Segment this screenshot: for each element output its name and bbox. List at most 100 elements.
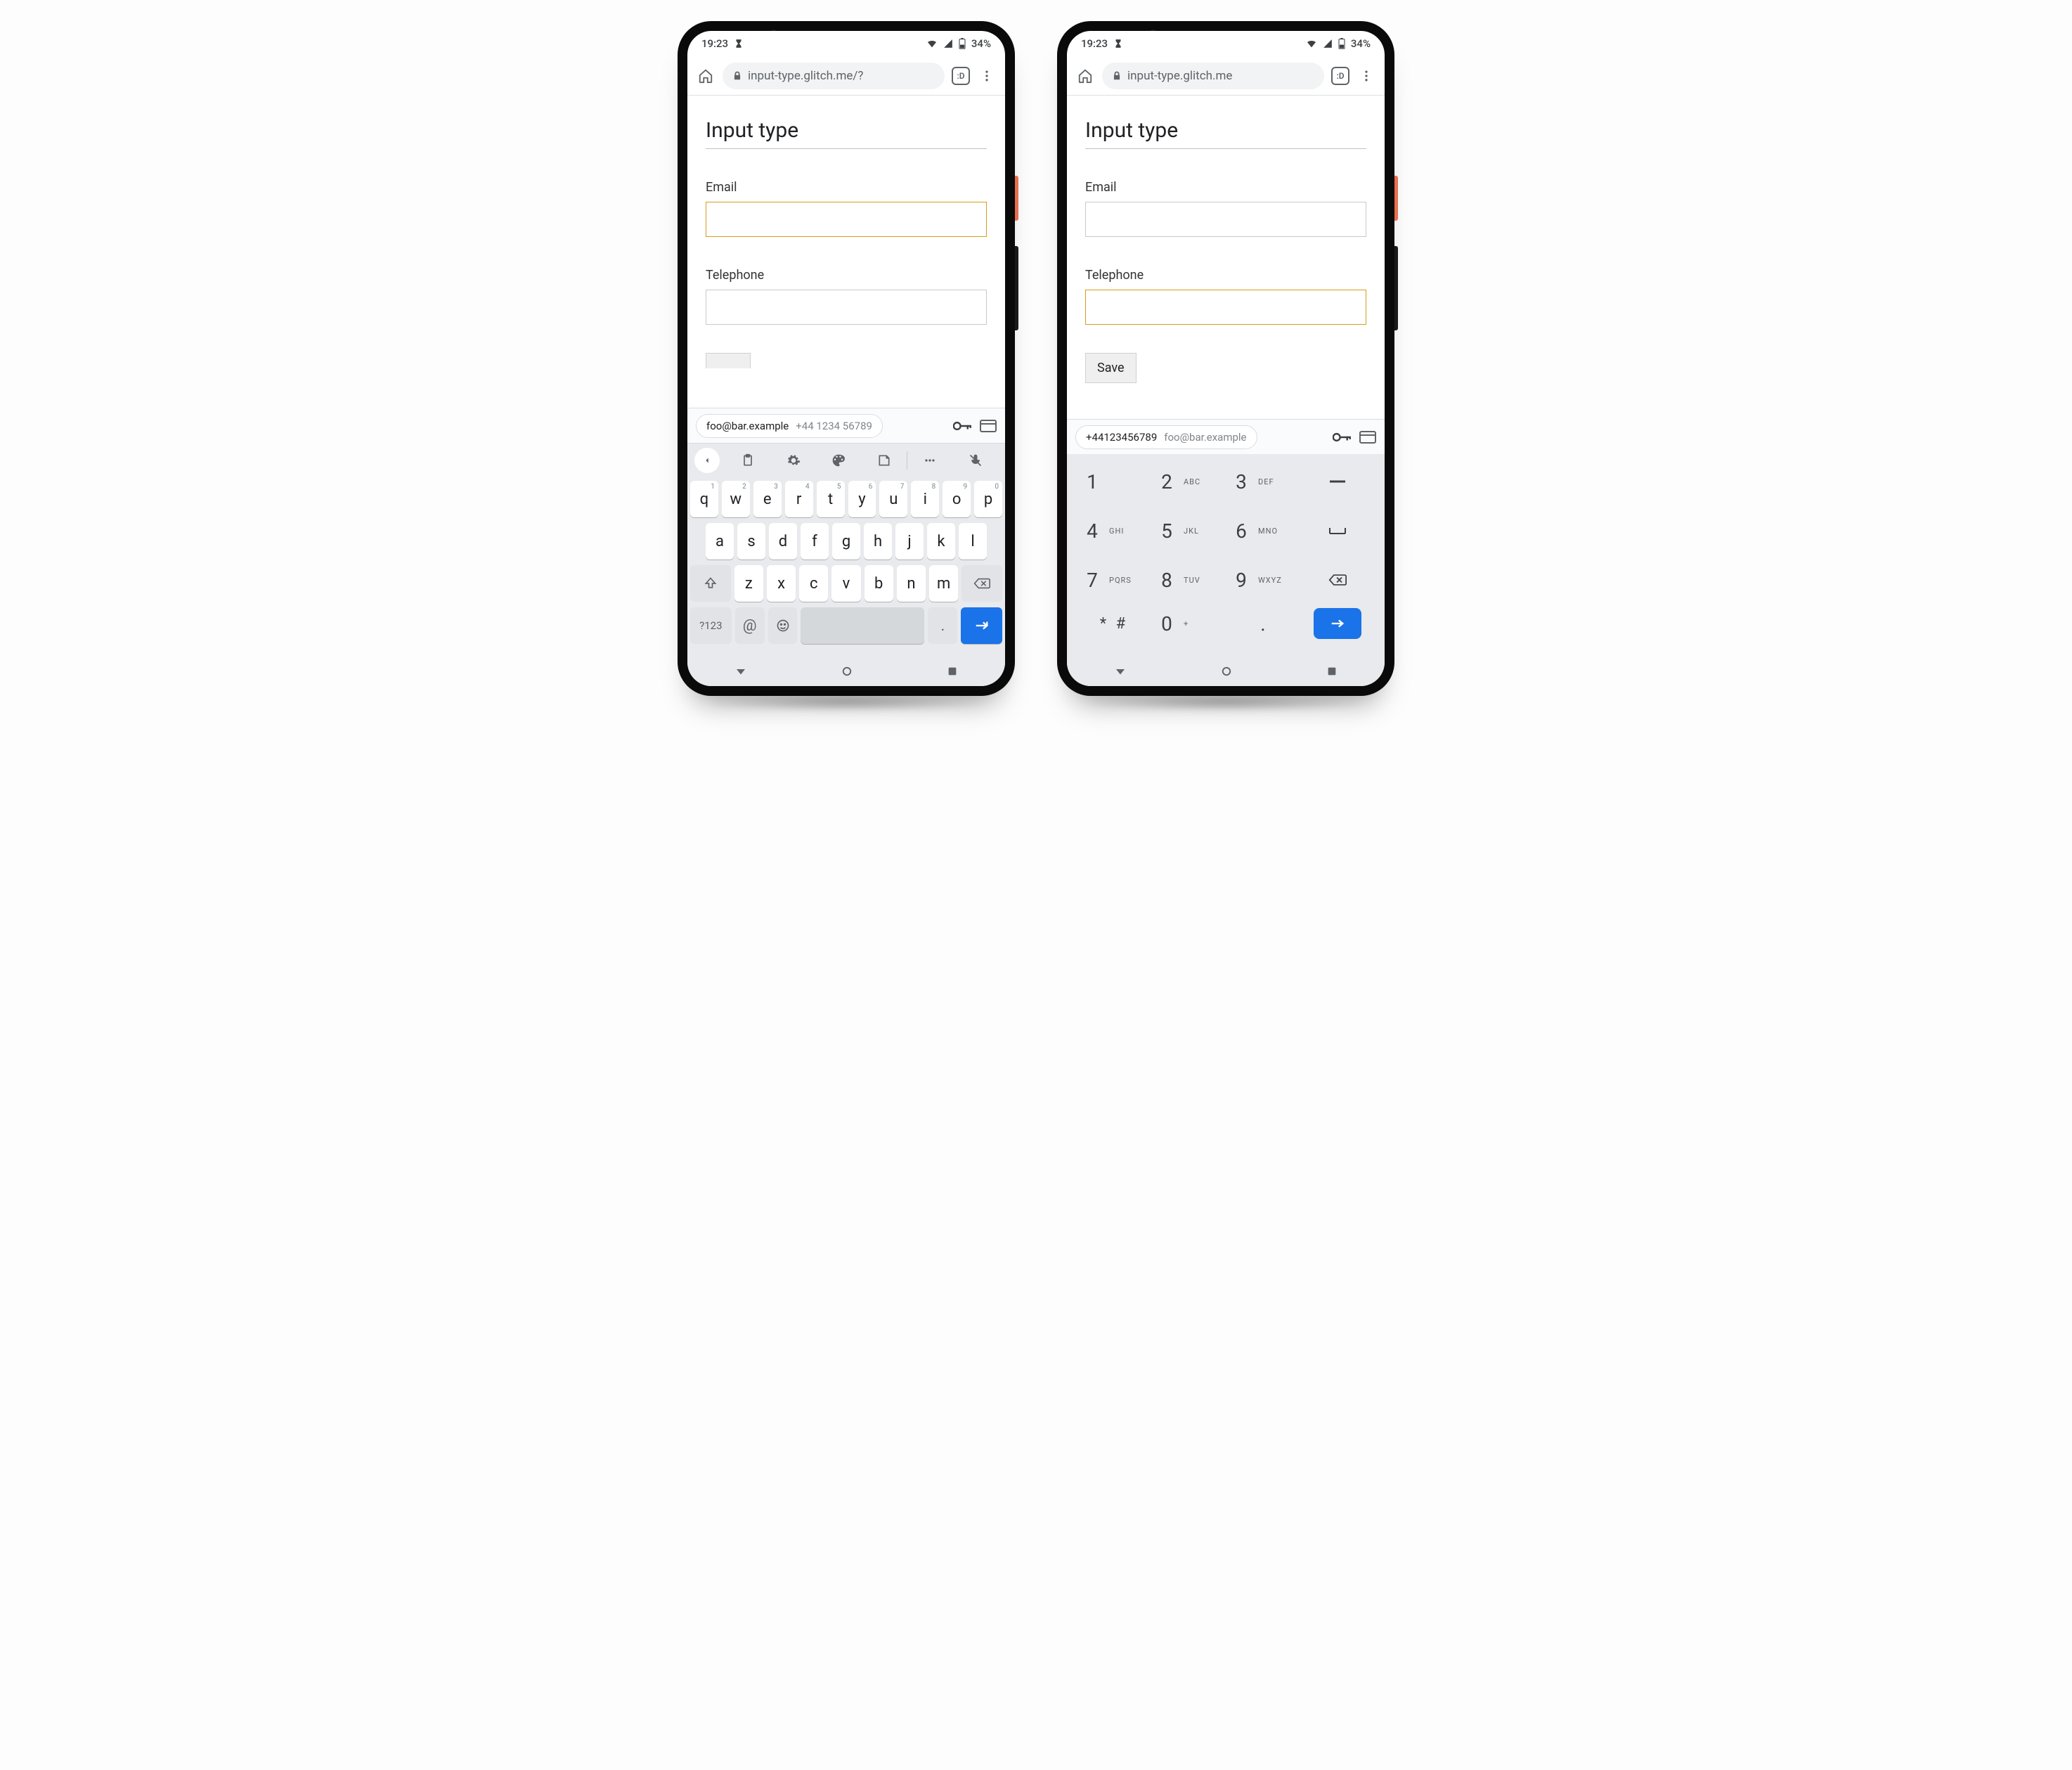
numeric-keypad: 12ABC3DEF4GHI5JKL6MNO7PQRS8TUV9WXYZ * # … bbox=[1067, 454, 1385, 657]
email-input[interactable] bbox=[706, 202, 987, 237]
telephone-input[interactable] bbox=[1085, 290, 1366, 325]
autofill-chip[interactable]: foo@bar.example +44 1234 56789 bbox=[696, 414, 883, 438]
password-key-icon[interactable] bbox=[1333, 431, 1351, 444]
payment-card-icon[interactable] bbox=[1359, 431, 1376, 444]
key-5[interactable]: 5JKL bbox=[1151, 510, 1226, 551]
nav-back-icon[interactable] bbox=[1114, 665, 1127, 678]
save-button-peek[interactable] bbox=[706, 353, 751, 368]
tab-switcher-button[interactable]: :D bbox=[952, 67, 970, 85]
web-page-content: Input type Email Telephone Save bbox=[1067, 96, 1385, 419]
password-key-icon[interactable] bbox=[953, 420, 971, 432]
mic-off-icon[interactable] bbox=[953, 444, 999, 477]
url-text: input-type.glitch.me bbox=[1127, 69, 1232, 83]
payment-card-icon[interactable] bbox=[980, 420, 997, 432]
sticker-icon[interactable] bbox=[862, 444, 907, 477]
key-x[interactable]: x bbox=[767, 565, 796, 602]
key-space[interactable] bbox=[1300, 510, 1375, 551]
key-a[interactable]: a bbox=[706, 523, 734, 560]
enter-key[interactable] bbox=[1300, 603, 1375, 644]
key-star-hash[interactable]: * # bbox=[1077, 603, 1151, 644]
nav-home-icon[interactable] bbox=[1220, 665, 1233, 678]
key-4[interactable]: 4GHI bbox=[1077, 510, 1151, 551]
key-h[interactable]: h bbox=[864, 523, 892, 560]
volume-button bbox=[1394, 246, 1398, 330]
web-page-content: Input type Email Telephone bbox=[687, 96, 1005, 408]
status-battery-text: 34% bbox=[971, 37, 991, 50]
key-3[interactable]: 3DEF bbox=[1226, 461, 1300, 502]
key-i[interactable]: i8 bbox=[911, 481, 939, 517]
email-label: Email bbox=[1085, 180, 1117, 195]
key-v[interactable]: v bbox=[831, 565, 860, 602]
clipboard-icon[interactable] bbox=[725, 444, 771, 477]
palette-icon[interactable] bbox=[816, 444, 862, 477]
key-f[interactable]: f bbox=[801, 523, 829, 560]
lock-icon bbox=[732, 71, 742, 81]
key-t[interactable]: t5 bbox=[817, 481, 845, 517]
more-icon[interactable] bbox=[907, 444, 953, 477]
android-navbar bbox=[687, 657, 1005, 686]
spacebar-key[interactable] bbox=[801, 607, 924, 644]
gear-icon[interactable] bbox=[771, 444, 817, 477]
overflow-menu-icon[interactable] bbox=[977, 66, 997, 86]
address-bar[interactable]: input-type.glitch.me/? bbox=[723, 63, 945, 89]
key-period[interactable]: . bbox=[1226, 603, 1300, 644]
key-2[interactable]: 2ABC bbox=[1151, 461, 1226, 502]
emoji-key[interactable] bbox=[768, 607, 798, 644]
key-dash[interactable] bbox=[1300, 461, 1375, 502]
key-p[interactable]: p0 bbox=[974, 481, 1002, 517]
key-s[interactable]: s bbox=[737, 523, 765, 560]
key-d[interactable]: d bbox=[769, 523, 797, 560]
key-l[interactable]: l bbox=[959, 523, 987, 560]
key-k[interactable]: k bbox=[927, 523, 955, 560]
page-heading: Input type bbox=[706, 118, 987, 149]
cell-signal-icon bbox=[943, 39, 953, 49]
hourglass-icon bbox=[734, 39, 744, 49]
wifi-icon bbox=[926, 38, 938, 49]
nav-recent-icon[interactable] bbox=[1326, 666, 1338, 677]
key-6[interactable]: 6MNO bbox=[1226, 510, 1300, 551]
autofill-chip[interactable]: +44123456789 foo@bar.example bbox=[1075, 425, 1257, 449]
home-icon[interactable] bbox=[1075, 66, 1095, 86]
shift-key[interactable] bbox=[690, 565, 731, 602]
autofill-suggestion-bar: +44123456789 foo@bar.example bbox=[1067, 419, 1385, 454]
key-u[interactable]: u7 bbox=[879, 481, 907, 517]
key-b[interactable]: b bbox=[865, 565, 893, 602]
nav-back-icon[interactable] bbox=[734, 665, 747, 678]
android-navbar bbox=[1067, 657, 1385, 686]
key-y[interactable]: y6 bbox=[848, 481, 876, 517]
key-e[interactable]: e3 bbox=[753, 481, 782, 517]
at-key[interactable]: @ bbox=[735, 607, 765, 644]
key-8[interactable]: 8TUV bbox=[1151, 560, 1226, 600]
backspace-key[interactable] bbox=[1300, 560, 1375, 600]
home-icon[interactable] bbox=[696, 66, 716, 86]
key-c[interactable]: c bbox=[799, 565, 828, 602]
key-0[interactable]: 0+ bbox=[1151, 603, 1226, 644]
key-1[interactable]: 1 bbox=[1077, 461, 1151, 502]
key-j[interactable]: j bbox=[895, 523, 924, 560]
key-q[interactable]: q1 bbox=[690, 481, 718, 517]
key-n[interactable]: n bbox=[897, 565, 926, 602]
kb-collapse-icon[interactable] bbox=[694, 448, 720, 473]
period-key[interactable]: . bbox=[928, 607, 957, 644]
symbols-key[interactable]: ?123 bbox=[690, 607, 732, 644]
key-r[interactable]: r4 bbox=[785, 481, 813, 517]
nav-home-icon[interactable] bbox=[841, 665, 853, 678]
key-9[interactable]: 9WXYZ bbox=[1226, 560, 1300, 600]
save-button[interactable]: Save bbox=[1085, 353, 1137, 383]
nav-recent-icon[interactable] bbox=[947, 666, 958, 677]
backspace-key[interactable] bbox=[961, 565, 1002, 602]
telephone-input[interactable] bbox=[706, 290, 987, 325]
enter-key[interactable] bbox=[961, 607, 1002, 644]
phone-mockup-left: 19:23 34% bbox=[678, 21, 1015, 696]
key-z[interactable]: z bbox=[734, 565, 763, 602]
key-7[interactable]: 7PQRS bbox=[1077, 560, 1151, 600]
battery-icon bbox=[959, 38, 966, 49]
key-o[interactable]: o9 bbox=[943, 481, 971, 517]
key-m[interactable]: m bbox=[929, 565, 958, 602]
email-input[interactable] bbox=[1085, 202, 1366, 237]
key-w[interactable]: w2 bbox=[722, 481, 750, 517]
overflow-menu-icon[interactable] bbox=[1356, 66, 1376, 86]
tab-switcher-button[interactable]: :D bbox=[1331, 67, 1349, 85]
address-bar[interactable]: input-type.glitch.me bbox=[1102, 63, 1324, 89]
key-g[interactable]: g bbox=[832, 523, 860, 560]
